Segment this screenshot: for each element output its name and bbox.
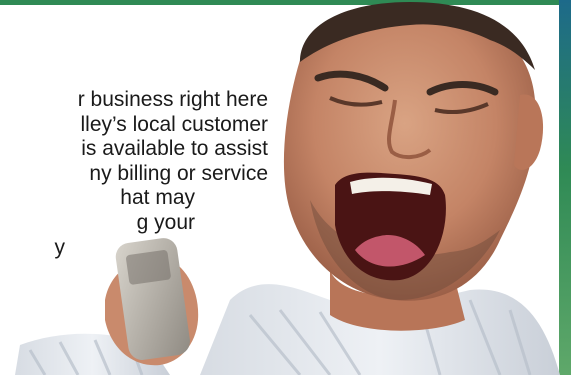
ad-line-3: is available to assist <box>81 137 268 161</box>
ad-line-4: ny billing or service <box>89 161 268 185</box>
ad-line-5: hat may <box>120 186 195 210</box>
ad-line-6: g your <box>136 210 195 234</box>
ad-line-7: y <box>54 235 66 259</box>
ad-line-2: lley’s local customer <box>80 112 268 136</box>
ad-body-text: r business right here lley’s local custo… <box>0 88 269 260</box>
ad-line-1: r business right here <box>77 88 268 111</box>
